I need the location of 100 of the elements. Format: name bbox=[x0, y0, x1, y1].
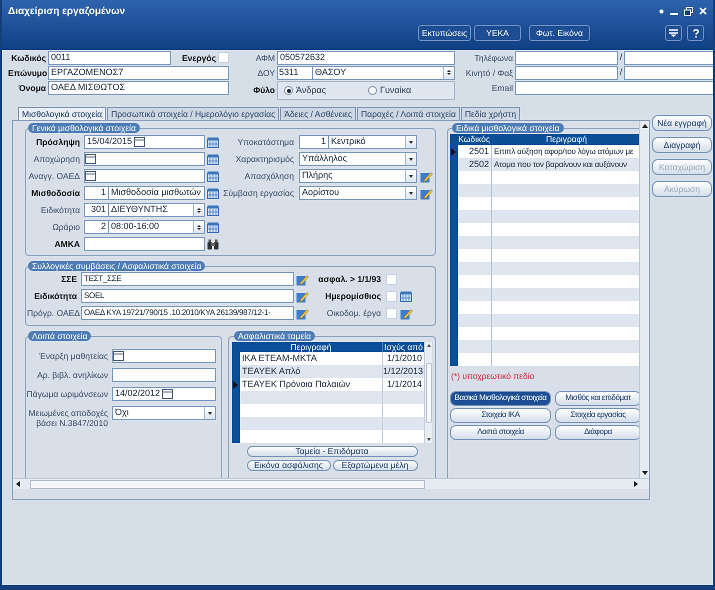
action-button[interactable]: Εξαρτώμενα μέλη bbox=[332, 460, 418, 471]
window-title: Διαχείριση εργαζομένων bbox=[8, 4, 126, 18]
table-row[interactable]: 2502 Ατομα που τον βαραίνουν και αυξάνουν bbox=[450, 158, 639, 171]
menu-button[interactable] bbox=[665, 25, 682, 41]
input-field[interactable] bbox=[515, 50, 618, 64]
side-button[interactable]: Νέα εγγραφή bbox=[652, 115, 712, 131]
input-field[interactable] bbox=[515, 66, 618, 80]
code-field[interactable]: 301 bbox=[84, 203, 109, 217]
tab[interactable]: Παροχές / Λοιπά στοιχεία bbox=[357, 107, 460, 120]
radio-button[interactable] bbox=[284, 86, 293, 95]
close-icon[interactable] bbox=[699, 7, 707, 15]
field-label: Ενεργός bbox=[180, 52, 217, 62]
picker-icon[interactable] bbox=[85, 171, 96, 181]
section-button[interactable]: Βασικά Μισθολογικά στοιχεία bbox=[450, 390, 551, 406]
date-field[interactable] bbox=[84, 152, 205, 166]
input-field[interactable]: SOEL bbox=[81, 289, 294, 303]
calendar-icon[interactable] bbox=[207, 188, 219, 198]
date-field[interactable] bbox=[112, 349, 216, 363]
spin-field[interactable]: ΘΑΣΟΥ bbox=[312, 66, 455, 80]
spin-field[interactable]: 08:00-16:00 bbox=[108, 220, 205, 234]
input-field[interactable]: ΤΕΣΤ_ΣΣΕ bbox=[81, 272, 294, 286]
section-button[interactable]: Διάφορα bbox=[555, 424, 639, 440]
section-button[interactable]: Στοιχεία εργασίας bbox=[555, 408, 639, 423]
column-header[interactable]: Περιγραφή bbox=[240, 342, 382, 352]
toolbar-button[interactable]: ΥΕΚΑ bbox=[474, 25, 521, 41]
input-field[interactable]: 050572632 bbox=[277, 50, 455, 64]
scrollbar[interactable] bbox=[639, 121, 649, 478]
section-button[interactable]: Στοιχεία ΙΚΑ bbox=[450, 408, 551, 423]
field-label: ΑΜΚΑ bbox=[54, 239, 81, 249]
checkbox[interactable] bbox=[386, 290, 397, 302]
edit-icon[interactable] bbox=[296, 272, 309, 286]
code-field[interactable]: 5311 bbox=[277, 66, 313, 80]
column-header[interactable]: Κωδικός bbox=[458, 134, 492, 145]
table-row[interactable]: ΤΕΑΥΕΚ Πρόνοια Παλαιών 1/1/2014 bbox=[232, 378, 424, 391]
dropdown[interactable]: Υπάλληλος bbox=[299, 152, 417, 166]
date-field[interactable] bbox=[84, 169, 205, 183]
calendar-icon[interactable] bbox=[400, 290, 412, 302]
checkbox[interactable] bbox=[386, 308, 397, 318]
calendar-icon[interactable] bbox=[207, 170, 219, 182]
calendar-icon[interactable] bbox=[207, 204, 219, 216]
picker-icon[interactable] bbox=[162, 389, 174, 399]
dropdown[interactable]: Κεντρικό bbox=[328, 135, 417, 149]
scrollbar[interactable] bbox=[13, 478, 649, 489]
toolbar-button[interactable]: Φωτ. Εικόνα bbox=[529, 25, 590, 41]
section-button[interactable]: Λοιπά στοιχεία bbox=[450, 424, 551, 440]
binoculars-icon[interactable] bbox=[207, 238, 219, 250]
code-field[interactable]: 1 bbox=[84, 186, 109, 200]
calendar-icon[interactable] bbox=[207, 154, 219, 164]
toolbar-button[interactable]: Εκτυπώσεις bbox=[418, 25, 471, 41]
input-field[interactable]: ΟΑΕΔ ΚΥΑ 19721/790/15 .10.2010/ΚΥΑ 26139/987/12-1- bbox=[81, 306, 294, 320]
input-field[interactable] bbox=[84, 237, 205, 251]
edit-icon[interactable] bbox=[420, 186, 433, 200]
tab[interactable]: Άδειες / Ασθένειες bbox=[280, 107, 356, 120]
table-cell-text: Ατομα που τον βαραίνουν και αυξάνουν bbox=[493, 158, 628, 170]
checkbox[interactable] bbox=[386, 274, 397, 284]
picker-icon[interactable] bbox=[134, 137, 146, 147]
input-field[interactable]: ΕΡΓΑΖΟΜΕΝΟΣ7 bbox=[48, 66, 229, 80]
input-field[interactable] bbox=[624, 66, 713, 80]
field-label: Σύμβαση εργασίας bbox=[222, 188, 295, 198]
edit-icon[interactable] bbox=[420, 170, 433, 182]
help-button[interactable] bbox=[687, 25, 704, 41]
column-header[interactable]: Περιγραφή bbox=[492, 134, 639, 145]
calendar-icon[interactable] bbox=[207, 136, 219, 148]
code-field[interactable]: 1 bbox=[299, 135, 329, 149]
dropdown[interactable]: Όχι bbox=[112, 406, 216, 420]
separator-text: / bbox=[618, 66, 624, 79]
tab[interactable]: Πεδία χρήστη bbox=[460, 107, 520, 120]
table-row[interactable]: ΤΕΑΥΕΚ Απλό 1/12/2013 bbox=[232, 365, 424, 378]
edit-icon[interactable] bbox=[296, 306, 309, 320]
action-button[interactable]: Εικόνα ασφάλισης bbox=[246, 460, 330, 471]
code-field[interactable]: 2 bbox=[84, 220, 109, 234]
side-button[interactable]: Διαγραφή bbox=[652, 137, 712, 153]
input-field[interactable] bbox=[112, 368, 216, 382]
picker-icon[interactable] bbox=[85, 154, 96, 164]
input-field[interactable]: 0011 bbox=[48, 50, 171, 64]
input-field[interactable] bbox=[624, 50, 713, 64]
date-field[interactable]: 15/04/2015 bbox=[84, 135, 205, 149]
table-row[interactable]: 2501 Επιπλ αύξηση αφορ/του λόγω ατόμων με bbox=[450, 145, 639, 158]
input-field[interactable]: Μισθοδοσία μισθωτών bbox=[108, 186, 205, 200]
edit-icon[interactable] bbox=[296, 290, 309, 302]
group-title: Γενικά μισθολογικά στοιχεία bbox=[28, 123, 140, 133]
section-button[interactable]: Μισθός και επιδόματ bbox=[555, 390, 639, 406]
restore-icon[interactable] bbox=[684, 6, 693, 16]
group-title: Ειδικά μισθολογικά στοιχεία bbox=[452, 123, 564, 133]
spin-field[interactable]: ΔΙΕΥΘΥΝΤΗΣ bbox=[108, 203, 205, 217]
calendar-icon[interactable] bbox=[207, 222, 219, 232]
radio-button[interactable] bbox=[368, 86, 378, 95]
tab[interactable]: Μισθολογικά στοιχεία bbox=[18, 107, 106, 120]
checkbox[interactable] bbox=[218, 52, 229, 63]
edit-icon[interactable] bbox=[400, 306, 413, 320]
table-row[interactable]: ΙΚΑ ΕΤΕΑΜ-ΜΚΤΑ 1/1/2010 bbox=[232, 352, 424, 365]
dropdown[interactable]: Αορίστου bbox=[299, 186, 417, 200]
tab[interactable]: Προσωπικά στοιχεία / Ημερολόγιο εργασίας bbox=[107, 107, 280, 120]
date-field[interactable]: 14/02/2012 bbox=[112, 387, 216, 401]
action-button[interactable]: Ταμεία - Επιδόματα bbox=[246, 446, 418, 457]
picker-icon[interactable] bbox=[113, 351, 124, 361]
input-field[interactable] bbox=[515, 80, 713, 94]
scrollbar[interactable] bbox=[424, 342, 432, 443]
dropdown[interactable]: Πλήρης bbox=[299, 169, 417, 183]
input-field[interactable]: ΟΑΕΔ ΜΙΣΘΩΤΟΣ bbox=[48, 80, 229, 94]
